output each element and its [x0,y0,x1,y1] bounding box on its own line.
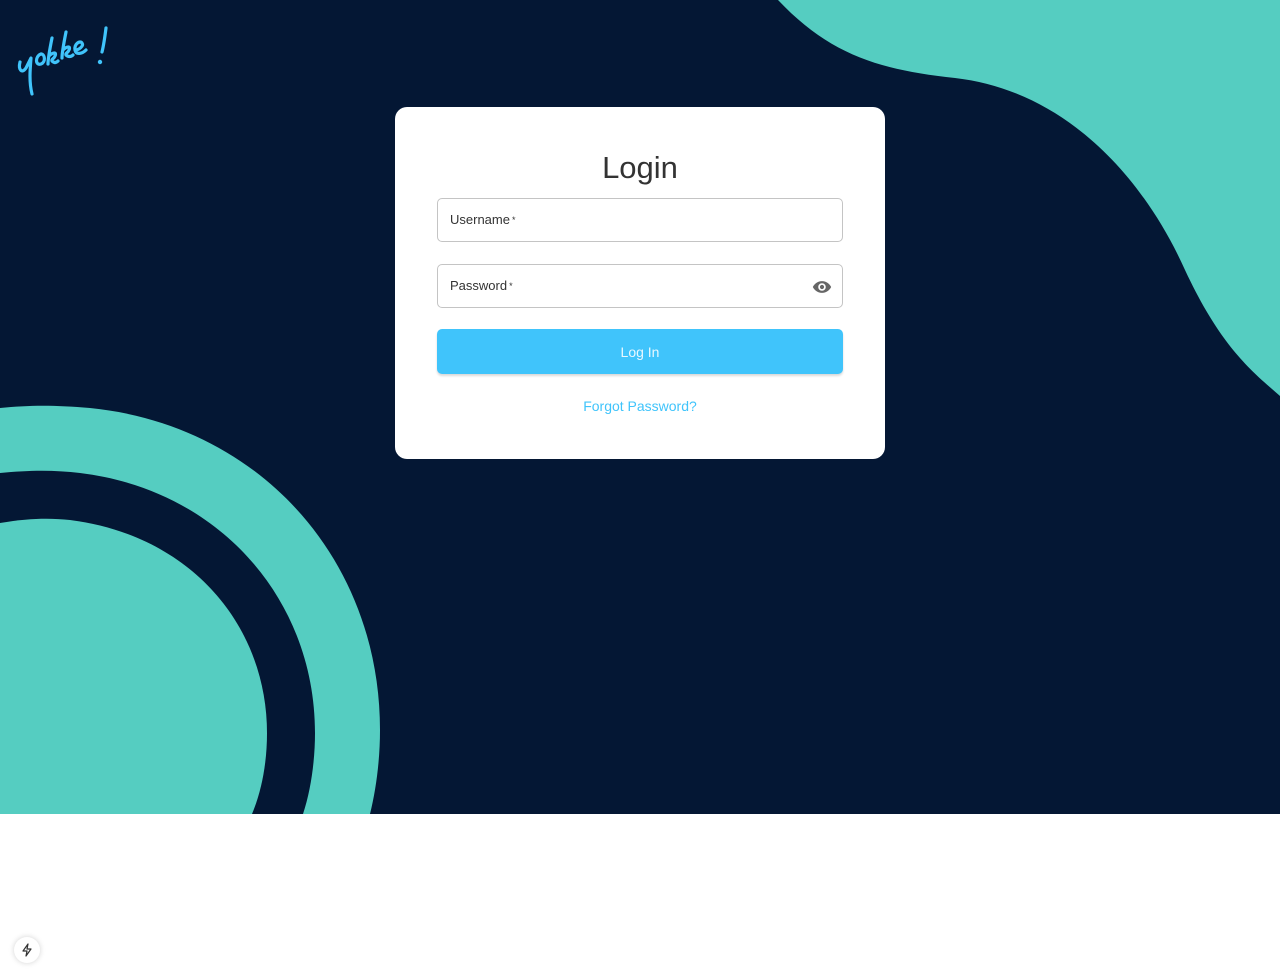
password-required-mark: * [509,281,513,291]
eye-icon[interactable] [812,277,832,297]
username-required-mark: * [511,215,516,225]
forgot-password-link[interactable]: Forgot Password? [0,397,1280,415]
yokke-logo [17,26,108,96]
lightning-bolt-icon [22,943,32,957]
inner-circle-shape [0,518,267,814]
log-in-button[interactable]: Log In [437,329,843,374]
username-label: Username * [450,212,516,227]
dev-indicator-button[interactable] [14,937,40,963]
login-title: Login [602,150,678,185]
password-field[interactable]: Password * [437,264,843,308]
password-label: Password * [450,278,513,293]
username-field[interactable]: Username * [437,198,843,242]
